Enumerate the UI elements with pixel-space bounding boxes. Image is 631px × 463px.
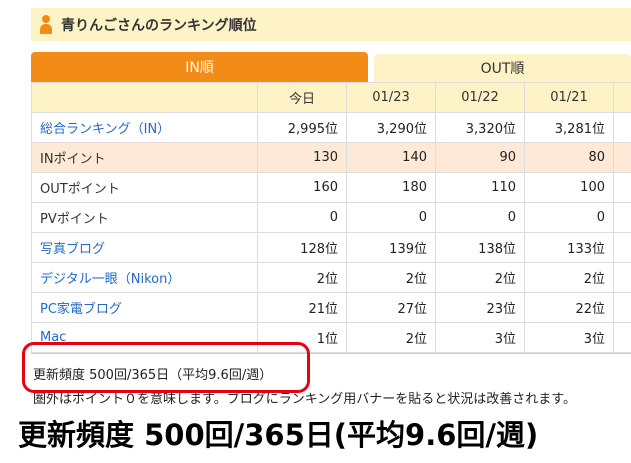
row-label-link[interactable]: 写真ブログ [31,232,258,263]
table-cell-extra [613,202,631,233]
sort-tabs: IN順 OUT順 [31,52,631,82]
row-label: INポイント [31,142,258,173]
row-label-link[interactable]: 総合ランキング（IN） [31,112,258,143]
table-cell: 0 [435,202,525,233]
highlight-frame [22,342,310,393]
table-cell: 128位 [257,232,347,263]
column-header: 01/23 [346,82,436,113]
table-cell: 0 [346,202,436,233]
table-cell-extra [613,172,631,203]
ranking-table: 今日 01/23 01/22 01/21 総合ランキング（IN） 2,995位 … [31,82,631,353]
tab-out-order[interactable]: OUT順 [374,54,631,82]
table-cell: 3位 [524,322,614,353]
table-cell: 2位 [346,262,436,293]
column-header: 01/22 [435,82,525,113]
table-cell: 138位 [435,232,525,263]
table-cell: 23位 [435,292,525,323]
column-header-extra [613,82,631,113]
table-cell: 27位 [346,292,436,323]
table-cell: 90 [435,142,525,173]
table-row: 写真ブログ 128位 139位 138位 133位 [31,232,631,263]
table-cell: 3,320位 [435,112,525,143]
table-cell: 100 [524,172,614,203]
table-cell-extra [613,232,631,263]
column-header: 01/21 [524,82,614,113]
column-header [31,82,258,113]
table-cell: 110 [435,172,525,203]
table-cell: 80 [524,142,614,173]
table-cell: 2位 [435,262,525,293]
table-row: PC家電ブログ 21位 27位 23位 22位 [31,292,631,323]
header-title: 青りんごさんのランキング順位 [61,17,257,34]
table-row: PVポイント 0 0 0 0 [31,202,631,233]
table-cell: 2位 [257,262,347,293]
table-cell: 21位 [257,292,347,323]
table-cell-extra [613,292,631,323]
row-label-link[interactable]: PC家電ブログ [31,292,258,323]
table-row: 総合ランキング（IN） 2,995位 3,290位 3,320位 3,281位 [31,112,631,143]
table-cell: 160 [257,172,347,203]
table-cell: 2,995位 [257,112,347,143]
table-cell: 140 [346,142,436,173]
ranking-header: 青りんごさんのランキング順位 [31,8,631,41]
person-icon [39,14,53,35]
row-label: OUTポイント [31,172,258,203]
tab-in-order[interactable]: IN順 [31,52,368,82]
table-row: デジタル一眼（Nikon） 2位 2位 2位 2位 [31,262,631,293]
table-cell-extra [613,322,631,353]
table-cell: 0 [257,202,347,233]
table-cell: 3,290位 [346,112,436,143]
table-cell: 2位 [524,262,614,293]
table-cell: 180 [346,172,436,203]
table-cell: 3,281位 [524,112,614,143]
table-cell: 3位 [435,322,525,353]
table-cell: 0 [524,202,614,233]
ranking-table-viewport: 今日 01/23 01/22 01/21 総合ランキング（IN） 2,995位 … [0,82,631,354]
table-header-row: 今日 01/23 01/22 01/21 [31,82,631,113]
table-cell-extra [613,262,631,293]
table-cell: 2位 [346,322,436,353]
table-cell: 139位 [346,232,436,263]
row-label: PVポイント [31,202,258,233]
table-cell: 130 [257,142,347,173]
column-header: 今日 [257,82,347,113]
frequency-caption: 更新頻度 500回/365日(平均9.6回/週) [18,418,539,452]
table-cell-extra [613,112,631,143]
row-label-link[interactable]: デジタル一眼（Nikon） [31,262,258,293]
table-cell-extra [613,142,631,173]
table-row-highlighted: INポイント 130 140 90 80 [31,142,631,173]
table-cell: 22位 [524,292,614,323]
table-cell: 133位 [524,232,614,263]
table-row: OUTポイント 160 180 110 100 [31,172,631,203]
